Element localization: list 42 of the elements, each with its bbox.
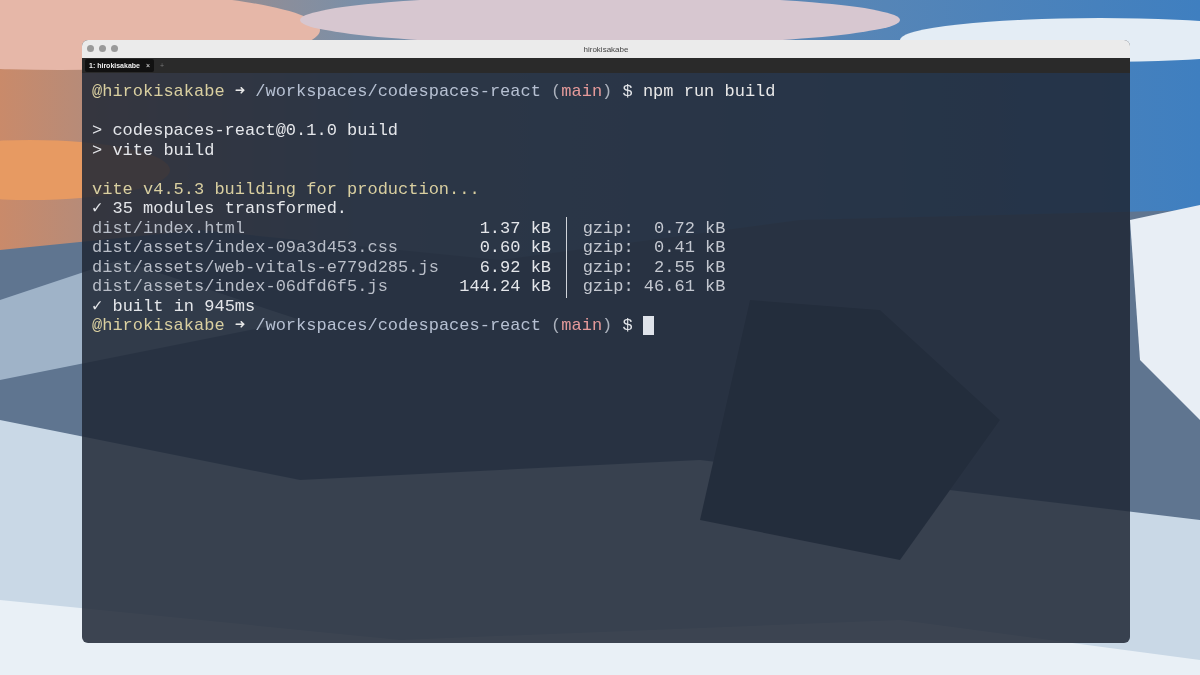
window-title: hirokisakabe (583, 44, 629, 54)
prompt-path: /workspaces/codespaces-react (255, 82, 541, 102)
minimize-icon[interactable] (99, 45, 106, 52)
command-text: npm run build (642, 82, 776, 102)
branch-bracket: ( (551, 82, 562, 101)
prompt-symbol: $ (622, 316, 633, 336)
file-size: 1.37 kB (479, 218, 552, 238)
file-path: dist/assets/web-vitals-e779d285.js (92, 257, 439, 277)
branch-name: main (561, 82, 603, 101)
output-line: > vite build (92, 140, 215, 160)
prompt-arrow: ➜ (234, 82, 246, 102)
gzip-label: gzip: (582, 218, 634, 238)
prompt-arrow: ➜ (234, 316, 246, 336)
file-size: 144.24 kB (459, 277, 552, 296)
file-path: dist/index.html (92, 218, 246, 238)
zoom-icon[interactable] (111, 45, 118, 52)
gzip-size: 0.41 kB (654, 238, 726, 257)
gzip-label: gzip: (582, 257, 634, 277)
branch-bracket: ( (551, 316, 562, 335)
gzip-size: 46.61 kB (643, 277, 726, 296)
branch-bracket: ) (602, 82, 613, 101)
output-line: > codespaces-react@0.1.0 build (92, 121, 399, 141)
gzip-size: 0.72 kB (654, 218, 726, 238)
branch-bracket: ) (602, 316, 613, 335)
output-line: built in 945ms (112, 296, 256, 316)
file-size: 6.92 kB (479, 257, 552, 277)
branch-name: main (561, 316, 603, 335)
close-icon[interactable] (87, 45, 94, 52)
file-size: 0.60 kB (479, 238, 552, 257)
file-path: dist/assets/index-06dfd6f5.js (92, 277, 388, 296)
gzip-size: 2.55 kB (654, 257, 726, 277)
prompt-path: /workspaces/codespaces-react (255, 316, 541, 336)
gzip-label: gzip: (582, 238, 634, 257)
gzip-label: gzip: (582, 277, 634, 296)
prompt-user: @hirokisakabe (92, 82, 225, 102)
check-mark: ✓ (92, 199, 103, 219)
check-mark: ✓ (92, 296, 103, 316)
output-line: vite v4.5.3 building for production... (92, 179, 480, 199)
prompt-user: @hirokisakabe (92, 316, 225, 336)
file-path: dist/assets/index-09a3d453.css (92, 238, 399, 257)
prompt-symbol: $ (622, 82, 633, 102)
output-line: 35 modules transformed. (112, 199, 348, 219)
